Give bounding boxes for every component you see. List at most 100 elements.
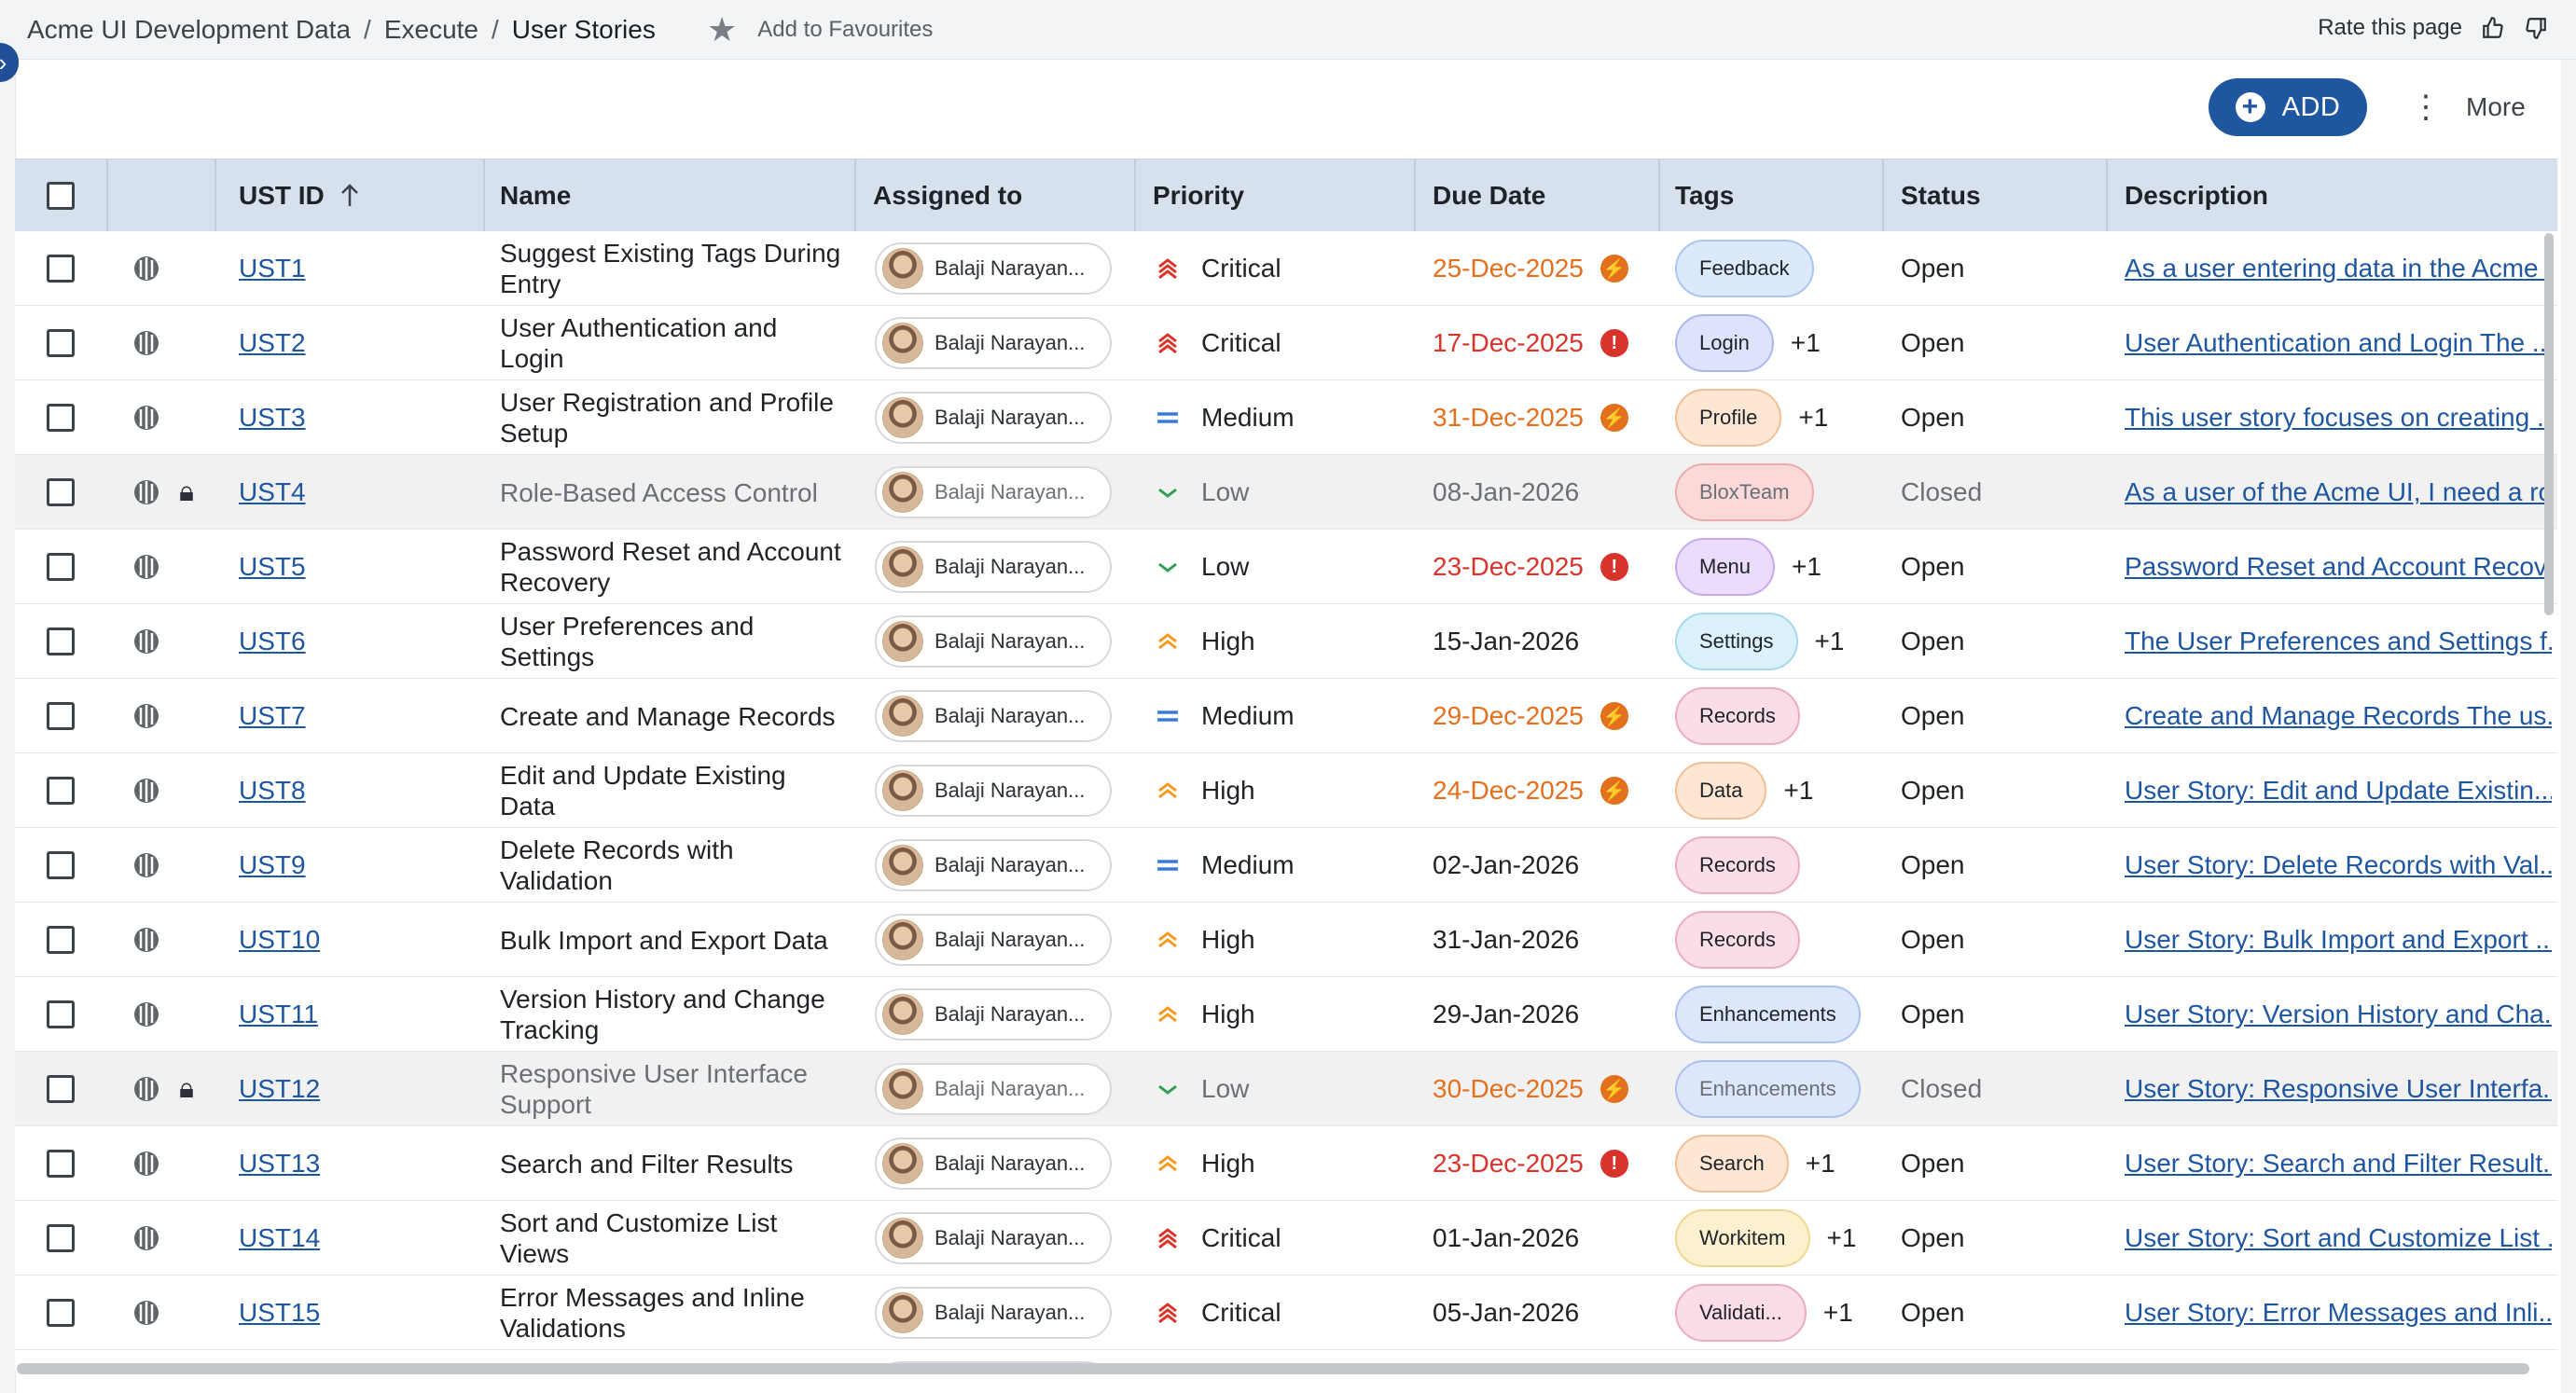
ust-id-link[interactable]: UST3 — [239, 403, 306, 433]
row-checkbox[interactable] — [47, 329, 75, 357]
vertical-scrollbar[interactable] — [2544, 233, 2554, 615]
assignee-chip[interactable]: Balaji Narayan... — [875, 541, 1112, 593]
table-row[interactable]: UST2 User Authentication and Login Balaj… — [15, 306, 2557, 380]
assignee-chip[interactable]: Balaji Narayan... — [875, 466, 1112, 518]
row-checkbox[interactable] — [47, 255, 75, 283]
assignee-chip[interactable]: Balaji Narayan... — [875, 765, 1112, 817]
tag-chip[interactable]: Data — [1675, 762, 1767, 820]
row-checkbox[interactable] — [47, 851, 75, 879]
description-link[interactable]: User Story: Edit and Update Existin... — [2125, 776, 2552, 806]
tag-chip[interactable]: Validati... — [1675, 1284, 1807, 1342]
description-link[interactable]: Password Reset and Account Recov... — [2125, 552, 2552, 582]
star-icon[interactable]: ★ — [707, 13, 737, 47]
ust-id-link[interactable]: UST14 — [239, 1223, 320, 1253]
signal-icon[interactable] — [131, 476, 162, 508]
description-link[interactable]: User Story: Version History and Cha... — [2125, 1000, 2552, 1029]
more-tags-count[interactable]: +1 — [1827, 1223, 1857, 1253]
ust-id-link[interactable]: UST12 — [239, 1074, 320, 1104]
description-link[interactable]: User Story: Responsive User Interfa... — [2125, 1074, 2552, 1104]
ust-id-link[interactable]: UST6 — [239, 627, 306, 656]
column-header-name[interactable]: Name — [500, 159, 571, 232]
description-link[interactable]: User Story: Search and Filter Result... — [2125, 1149, 2552, 1179]
ust-id-link[interactable]: UST7 — [239, 701, 306, 731]
signal-icon[interactable] — [131, 700, 162, 732]
assignee-chip[interactable]: Balaji Narayan... — [875, 242, 1112, 295]
description-link[interactable]: The User Preferences and Settings f... — [2125, 627, 2552, 656]
table-row[interactable]: 🔒︎ UST4 Role-Based Access Control Balaji… — [15, 455, 2557, 530]
table-row[interactable]: UST15 Error Messages and Inline Validati… — [15, 1276, 2557, 1350]
row-checkbox[interactable] — [47, 702, 75, 730]
row-checkbox[interactable] — [47, 1000, 75, 1028]
column-header-assigned-to[interactable]: Assigned to — [873, 159, 1022, 232]
sort-ascending-icon[interactable] — [339, 184, 360, 208]
add-button[interactable]: + ADD — [2209, 78, 2367, 136]
signal-icon[interactable] — [131, 999, 162, 1030]
table-row[interactable]: UST11 Version History and Change Trackin… — [15, 977, 2557, 1052]
row-checkbox[interactable] — [47, 404, 75, 432]
tag-chip[interactable]: Profile — [1675, 389, 1782, 447]
more-tags-count[interactable]: +1 — [1823, 1298, 1853, 1328]
assignee-chip[interactable]: Balaji Narayan... — [875, 1063, 1112, 1115]
assignee-chip[interactable]: Balaji Narayan... — [875, 914, 1112, 966]
signal-icon[interactable] — [131, 1222, 162, 1254]
row-checkbox[interactable] — [47, 1224, 75, 1252]
column-header-tags[interactable]: Tags — [1675, 159, 1734, 232]
row-checkbox[interactable] — [47, 1299, 75, 1327]
column-header-ust-id[interactable]: UST ID — [239, 159, 360, 232]
assignee-chip[interactable]: Balaji Narayan... — [875, 317, 1112, 369]
row-checkbox[interactable] — [47, 553, 75, 581]
select-all-checkbox[interactable] — [47, 182, 75, 210]
more-tags-count[interactable]: +1 — [1798, 403, 1828, 433]
column-header-priority[interactable]: Priority — [1153, 159, 1244, 232]
table-row[interactable]: UST6 User Preferences and Settings Balaj… — [15, 604, 2557, 679]
table-row[interactable]: UST1 Suggest Existing Tags During Entry … — [15, 231, 2557, 306]
thumbs-up-icon[interactable] — [2481, 16, 2505, 40]
assignee-chip[interactable]: Balaji Narayan... — [875, 392, 1112, 444]
breadcrumb-section[interactable]: Execute — [384, 15, 478, 45]
signal-icon[interactable] — [131, 775, 162, 807]
signal-icon[interactable] — [131, 1148, 162, 1179]
description-link[interactable]: User Story: Sort and Customize List ... — [2125, 1223, 2552, 1253]
table-row[interactable]: UST3 User Registration and Profile Setup… — [15, 380, 2557, 455]
row-checkbox[interactable] — [47, 777, 75, 805]
table-row[interactable]: UST14 Sort and Customize List Views Bala… — [15, 1201, 2557, 1276]
signal-icon[interactable] — [131, 1297, 162, 1329]
description-link[interactable]: This user story focuses on creating ... — [2125, 403, 2552, 433]
column-header-description[interactable]: Description — [2125, 159, 2268, 232]
ust-id-link[interactable]: UST5 — [239, 552, 306, 582]
tag-chip[interactable]: Menu — [1675, 538, 1776, 596]
assignee-chip[interactable]: Balaji Narayan... — [875, 839, 1112, 891]
assignee-chip[interactable]: Balaji Narayan... — [875, 988, 1112, 1041]
signal-icon[interactable] — [131, 1073, 162, 1105]
table-row[interactable]: UST13 Search and Filter Results Balaji N… — [15, 1126, 2557, 1201]
ust-id-link[interactable]: UST10 — [239, 925, 320, 955]
tag-chip[interactable]: Feedback — [1675, 240, 1814, 297]
signal-icon[interactable] — [131, 327, 162, 359]
row-checkbox[interactable] — [47, 1075, 75, 1103]
assignee-chip[interactable]: Balaji Narayan... — [875, 690, 1112, 742]
row-checkbox[interactable] — [47, 1150, 75, 1178]
tag-chip[interactable]: Workitem — [1675, 1209, 1810, 1267]
column-header-due-date[interactable]: Due Date — [1433, 159, 1545, 232]
ust-id-link[interactable]: UST8 — [239, 776, 306, 806]
assignee-chip[interactable]: Balaji Narayan... — [875, 1138, 1112, 1190]
more-tags-count[interactable]: +1 — [1791, 328, 1821, 358]
description-link[interactable]: User Story: Bulk Import and Export ... — [2125, 925, 2552, 955]
tag-chip[interactable]: Enhancements — [1675, 986, 1861, 1043]
ust-id-link[interactable]: UST9 — [239, 850, 306, 880]
table-row[interactable]: UST9 Delete Records with Validation Bala… — [15, 828, 2557, 903]
row-checkbox[interactable] — [47, 478, 75, 506]
description-link[interactable]: Create and Manage Records The us... — [2125, 701, 2552, 731]
table-row[interactable]: UST10 Bulk Import and Export Data Balaji… — [15, 903, 2557, 977]
table-row[interactable]: UST7 Create and Manage Records Balaji Na… — [15, 679, 2557, 753]
row-checkbox[interactable] — [47, 926, 75, 954]
tag-chip[interactable]: Records — [1675, 687, 1800, 745]
more-tags-count[interactable]: +1 — [1806, 1149, 1835, 1179]
more-tags-count[interactable]: +1 — [1815, 627, 1845, 656]
tag-chip[interactable]: Records — [1675, 836, 1800, 894]
signal-icon[interactable] — [131, 924, 162, 956]
signal-icon[interactable] — [131, 626, 162, 657]
tag-chip[interactable]: Enhancements — [1675, 1060, 1861, 1118]
ust-id-link[interactable]: UST1 — [239, 254, 306, 283]
thumbs-down-icon[interactable] — [2524, 16, 2548, 40]
